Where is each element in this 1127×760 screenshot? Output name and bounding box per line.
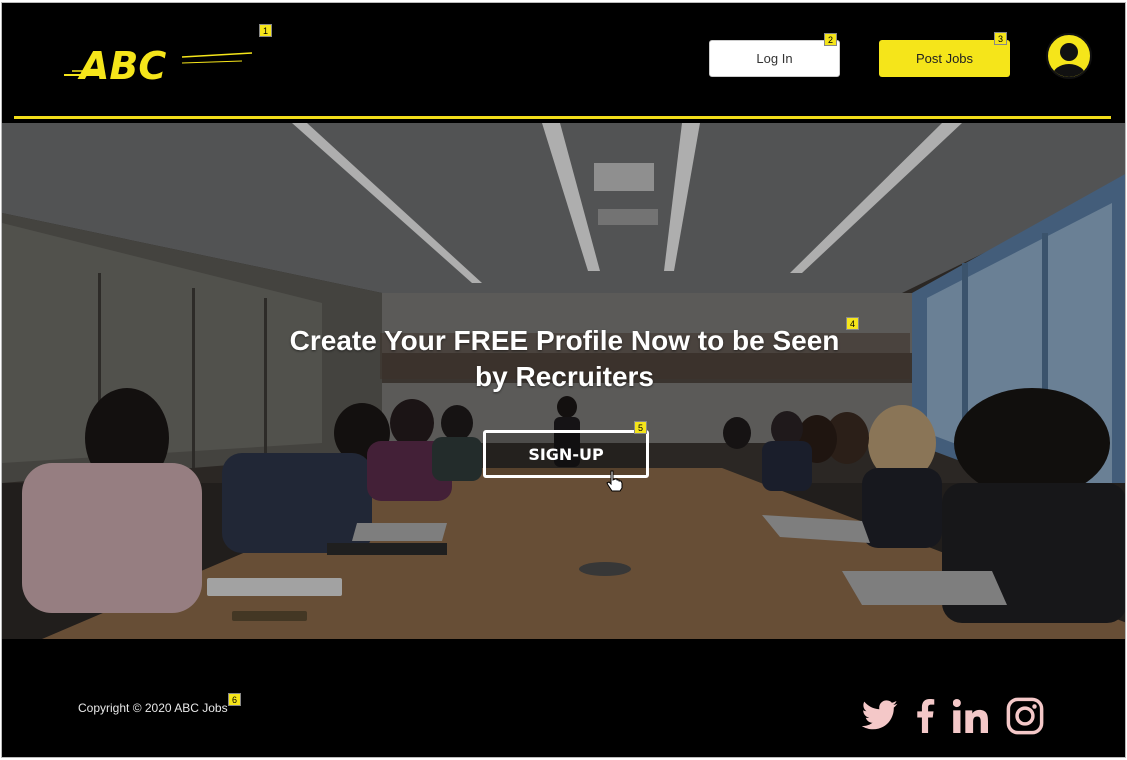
marker-3: 3 bbox=[994, 32, 1007, 45]
instagram-icon[interactable] bbox=[1004, 695, 1046, 737]
page-frame: ABC 1 Log In 2 Post Jobs 3 Create Your F… bbox=[1, 2, 1126, 758]
marker-2: 2 bbox=[824, 33, 837, 46]
marker-6: 6 bbox=[228, 693, 241, 706]
post-jobs-button[interactable]: Post Jobs bbox=[879, 40, 1010, 77]
marker-1: 1 bbox=[259, 24, 272, 37]
hand-pointer-icon bbox=[606, 470, 623, 492]
header-divider bbox=[14, 116, 1111, 119]
abc-logo[interactable]: ABC bbox=[62, 39, 254, 87]
user-avatar-icon[interactable] bbox=[1046, 33, 1092, 79]
linkedin-icon[interactable] bbox=[950, 695, 992, 737]
copyright-text: Copyright © 2020 ABC Jobs bbox=[78, 701, 228, 715]
twitter-icon[interactable] bbox=[860, 695, 900, 737]
facebook-icon[interactable] bbox=[910, 695, 940, 737]
hero-title: Create Your FREE Profile Now to be Seen … bbox=[2, 323, 1125, 395]
hero-title-line-2: by Recruiters bbox=[475, 361, 654, 392]
site-header: ABC 1 Log In 2 Post Jobs 3 bbox=[2, 3, 1125, 123]
hero-title-line-1: Create Your FREE Profile Now to be Seen bbox=[289, 325, 840, 356]
marker-4: 4 bbox=[846, 317, 859, 330]
login-button[interactable]: Log In bbox=[709, 40, 840, 77]
site-footer: Copyright © 2020 ABC Jobs 6 bbox=[2, 639, 1125, 757]
hero-banner: Create Your FREE Profile Now to be Seen … bbox=[2, 123, 1125, 639]
signup-button[interactable]: SIGN-UP bbox=[483, 430, 649, 478]
logo-text: ABC bbox=[77, 44, 166, 87]
marker-5: 5 bbox=[634, 421, 647, 434]
